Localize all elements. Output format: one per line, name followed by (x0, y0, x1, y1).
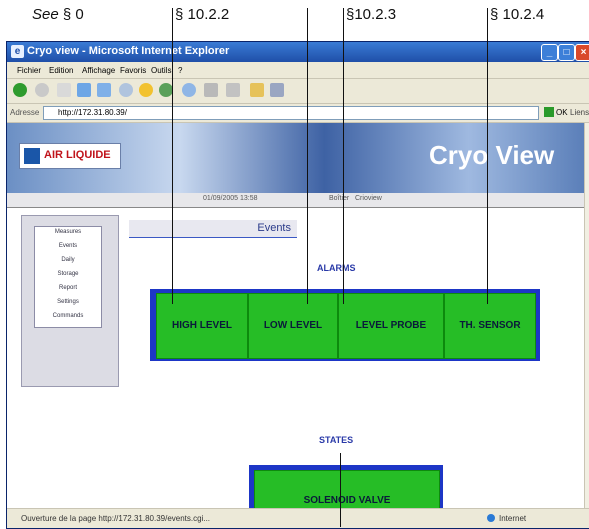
menu-help[interactable]: ? (178, 66, 182, 75)
leader-line-low-level (307, 8, 308, 304)
back-icon[interactable] (13, 83, 27, 97)
box-value: Crioview (355, 195, 382, 202)
logo-text: AIR LIQUIDE (44, 149, 111, 161)
alarm-low-level[interactable]: LOW LEVEL (248, 293, 338, 359)
leader-line-th-sensor (487, 8, 488, 304)
menu-bar: Fichier Edition Affichage Favoris Outils… (7, 62, 589, 79)
sidebar: Measures Events Daily Storage Report Set… (21, 215, 119, 387)
page-content: AIR LIQUIDE Cryo View 01/09/2005 13:58 B… (7, 123, 584, 508)
maximize-button[interactable]: □ (558, 44, 575, 61)
print-icon[interactable] (226, 83, 240, 97)
leader-line-level-probe (343, 8, 344, 304)
leader-line-solenoid (340, 453, 341, 527)
alarms-title: ALARMS (317, 263, 356, 273)
edit-icon[interactable] (250, 83, 264, 97)
states-title: STATES (319, 435, 354, 445)
banner: AIR LIQUIDE Cryo View (7, 123, 584, 193)
leader-line-high-level (172, 8, 173, 304)
links-label[interactable]: Liens (570, 108, 589, 117)
alarm-high-level[interactable]: HIGH LEVEL (156, 293, 248, 359)
alarm-level-probe[interactable]: LEVEL PROBE (338, 293, 444, 359)
callout-10-2-3: §10.2.3 (346, 6, 397, 23)
address-bar: Adresse http://172.31.80.39/ OK Liens (7, 104, 589, 123)
refresh-icon[interactable] (77, 83, 91, 97)
address-input[interactable]: http://172.31.80.39/ (43, 106, 539, 120)
sidebar-item-events[interactable]: Events (35, 243, 101, 249)
brand-title: Cryo View (429, 140, 555, 170)
sidebar-menu: Measures Events Daily Storage Report Set… (34, 226, 102, 328)
menu-fichier[interactable]: Fichier (17, 66, 41, 75)
minimize-button[interactable]: _ (541, 44, 558, 61)
sidebar-item-settings[interactable]: Settings (35, 299, 101, 305)
go-arrow-icon[interactable] (544, 107, 554, 117)
toolbar (7, 79, 589, 104)
media-icon[interactable] (159, 83, 173, 97)
vertical-scrollbar[interactable] (584, 123, 589, 508)
status-zone: Internet (499, 514, 527, 523)
sidebar-item-measures[interactable]: Measures (35, 229, 101, 235)
menu-affichage[interactable]: Affichage (82, 66, 115, 75)
favorites-icon[interactable] (139, 83, 153, 97)
title-bar: e Cryo view - Microsoft Internet Explore… (7, 42, 589, 62)
callout-10-2-4: § 10.2.4 (490, 6, 545, 23)
callout-see-ref: § 0 (62, 6, 84, 23)
window-title: Cryo view - Microsoft Internet Explorer (27, 45, 230, 57)
alarms-panel: HIGH LEVEL LOW LEVEL LEVEL PROBE TH. SEN… (150, 289, 540, 361)
globe-icon (487, 514, 495, 522)
alarm-th-sensor[interactable]: TH. SENSOR (444, 293, 536, 359)
sidebar-item-daily[interactable]: Daily (35, 257, 101, 263)
logo-mark-icon (24, 148, 40, 164)
browser-window: e Cryo view - Microsoft Internet Explore… (6, 41, 589, 529)
history-icon[interactable] (182, 83, 196, 97)
home-icon[interactable] (97, 83, 111, 97)
go-button[interactable]: OK (556, 108, 568, 117)
address-url: http://172.31.80.39/ (58, 108, 127, 117)
status-bar: Ouverture de la page http://172.31.80.39… (7, 508, 589, 528)
sidebar-item-storage[interactable]: Storage (35, 271, 101, 277)
box-label: Boîtier (329, 195, 350, 202)
stop-icon[interactable] (57, 83, 71, 97)
info-strip: 01/09/2005 13:58 Boîtier Crioview (7, 193, 584, 208)
events-header: Events (129, 220, 297, 238)
menu-favoris[interactable]: Favoris (120, 66, 146, 75)
sidebar-item-report[interactable]: Report (35, 285, 101, 291)
sidebar-item-commands[interactable]: Commands (35, 313, 101, 319)
states-panel: SOLENOID VALVE (249, 465, 443, 508)
close-button[interactable]: × (575, 44, 589, 61)
callout-see-0: See § 0 (32, 6, 84, 23)
datetime: 01/09/2005 13:58 (203, 195, 258, 202)
menu-edition[interactable]: Edition (49, 66, 73, 75)
forward-icon[interactable] (35, 83, 49, 97)
address-label: Adresse (10, 108, 40, 117)
events-title: Events (257, 222, 291, 234)
search-icon[interactable] (119, 83, 133, 97)
mail-icon[interactable] (204, 83, 218, 97)
status-message: Ouverture de la page http://172.31.80.39… (21, 514, 211, 523)
ie-icon: e (11, 45, 24, 58)
air-liquide-logo: AIR LIQUIDE (19, 143, 121, 169)
callout-10-2-2: § 10.2.2 (175, 6, 230, 23)
state-solenoid-valve[interactable]: SOLENOID VALVE (254, 470, 440, 508)
messenger-icon[interactable] (270, 83, 284, 97)
callout-see-prefix: See (32, 6, 59, 23)
menu-outils[interactable]: Outils (151, 66, 171, 75)
